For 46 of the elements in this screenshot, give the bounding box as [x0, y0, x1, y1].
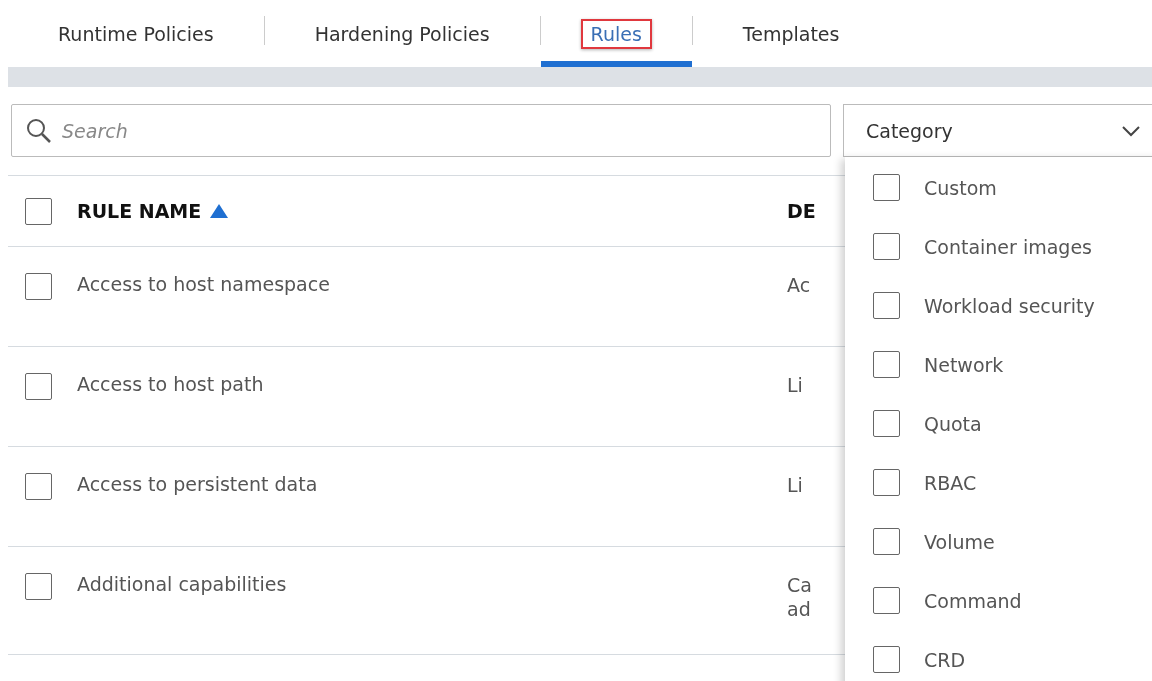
column-header[interactable]: RULE NAME — [77, 200, 202, 222]
rule-name: Access to host namespace — [77, 273, 330, 295]
menu-option[interactable]: Container images — [845, 217, 1152, 276]
menu-option[interactable]: Quota — [845, 394, 1152, 453]
menu-option[interactable]: Workload security — [845, 276, 1152, 335]
tab-label: Hardening Policies — [313, 21, 491, 47]
checkbox[interactable] — [873, 469, 900, 496]
checkbox[interactable] — [25, 373, 52, 400]
search-icon — [26, 117, 52, 144]
highlight-frame: Rules — [580, 18, 652, 49]
checkbox[interactable] — [873, 587, 900, 614]
checkbox[interactable] — [873, 410, 900, 437]
description-text: ad — [787, 597, 812, 621]
search-field[interactable]: Search — [11, 104, 831, 157]
tab[interactable]: Hardening Policies — [264, 0, 540, 67]
description-text: Li — [787, 473, 803, 497]
menu-option[interactable]: CRD — [845, 630, 1152, 681]
rule-name: Access to host path — [77, 373, 264, 395]
rule-name: Additional capabilities — [77, 573, 287, 595]
menu-option[interactable]: Command — [845, 571, 1152, 630]
description-text: Li — [787, 373, 803, 397]
menu-option[interactable]: Volume — [845, 512, 1152, 571]
checkbox[interactable] — [873, 174, 900, 201]
checkbox[interactable] — [25, 273, 52, 300]
checkbox[interactable] — [873, 528, 900, 555]
menu-option[interactable]: Custom — [845, 158, 1152, 217]
checkbox[interactable] — [25, 197, 52, 225]
sort-icon[interactable] — [209, 203, 230, 219]
checkbox[interactable] — [25, 473, 52, 500]
tab-label: Templates — [741, 21, 841, 47]
rule-name: Access to persistent data — [77, 473, 318, 495]
description-text: Ac — [787, 273, 811, 297]
tab-label: Runtime Policies — [57, 21, 215, 47]
checkbox[interactable] — [873, 233, 900, 260]
checkbox[interactable] — [873, 646, 900, 673]
tab[interactable]: Runtime Policies — [8, 0, 264, 67]
tab[interactable]: Templates — [692, 0, 890, 67]
checkbox[interactable] — [873, 292, 900, 319]
column-header[interactable]: DE — [787, 200, 816, 222]
chevron-icon — [1122, 124, 1140, 137]
category-dropdown[interactable]: Category — [843, 104, 1152, 157]
menu-option[interactable]: Network — [845, 335, 1152, 394]
checkbox[interactable] — [25, 573, 52, 600]
checkbox[interactable] — [873, 351, 900, 378]
menu-option[interactable]: RBAC — [845, 453, 1152, 512]
description-text: Ca — [787, 573, 812, 597]
